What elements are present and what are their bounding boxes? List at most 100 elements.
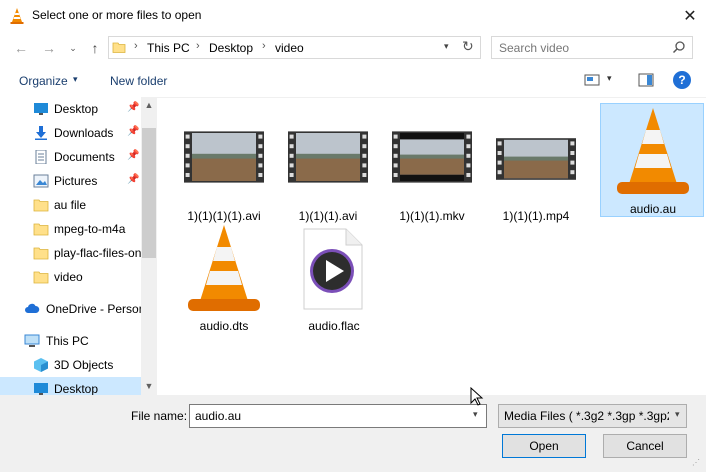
nav-label: au file <box>54 198 87 212</box>
file-type-value[interactable]: Media Files ( *.3g2 *.3gp *.3gp2 <box>504 409 669 423</box>
breadcrumb-separator: › <box>262 40 266 52</box>
folder-icon <box>33 247 49 260</box>
nav-label: Desktop <box>54 102 99 116</box>
file-name: audio.flac <box>308 319 360 333</box>
desktop-icon <box>34 103 48 115</box>
folder-icon <box>33 271 49 284</box>
nav-item-3d-objects[interactable]: 3D Objects <box>0 353 141 377</box>
cancel-button[interactable]: Cancel <box>603 434 687 458</box>
nav-item-onedrive[interactable]: OneDrive - Person <box>0 297 145 321</box>
nav-scrollbar-thumb[interactable] <box>142 128 156 258</box>
file-name: audio.au <box>629 202 677 216</box>
up-button[interactable]: ↑ <box>86 40 104 56</box>
breadcrumb-video[interactable]: video <box>275 41 304 55</box>
nav-label: mpeg-to-m4a <box>54 222 126 236</box>
nav-label: Pictures <box>54 174 98 188</box>
open-button[interactable]: Open <box>502 434 586 458</box>
view-options-dropdown-icon[interactable]: ▾ <box>607 73 612 84</box>
video-thumbnail-icon <box>184 131 264 183</box>
search-placeholder: Search video <box>499 41 570 55</box>
breadcrumb-desktop[interactable]: Desktop <box>209 41 253 55</box>
file-name: 1)(1)(1).mkv <box>399 209 465 223</box>
file-item[interactable]: 1)(1)(1)(1).avi <box>174 105 274 225</box>
new-folder-button[interactable]: New folder <box>110 74 167 88</box>
media-play-icon <box>303 228 363 310</box>
close-button[interactable]: ✕ <box>676 2 704 30</box>
nav-label: 3D Objects <box>54 358 114 372</box>
pin-icon: 📌 <box>127 126 140 137</box>
folder-icon <box>33 199 49 212</box>
folder-icon <box>33 223 49 236</box>
pin-icon: 📌 <box>127 102 140 113</box>
cloud-icon <box>25 303 40 313</box>
back-button[interactable]: ← <box>12 40 30 56</box>
nav-item-pictures[interactable]: Pictures 📌 <box>0 169 141 193</box>
refresh-icon[interactable]: ↻ <box>462 38 478 56</box>
video-thumbnail-icon <box>392 131 472 183</box>
file-item[interactable]: audio.flac <box>284 221 384 341</box>
nav-item-this-pc[interactable]: This PC <box>0 329 141 353</box>
nav-label: Documents <box>54 150 115 164</box>
file-item[interactable]: 1)(1)(1).mp4 <box>486 105 586 225</box>
chevron-down-icon: ▾ <box>73 74 78 84</box>
nav-label: Desktop <box>54 382 99 395</box>
chevron-down-icon[interactable]: ▾ <box>473 409 478 420</box>
file-name-value[interactable]: audio.au <box>195 409 241 423</box>
close-icon: ✕ <box>683 8 697 25</box>
toolbar <box>0 64 706 98</box>
change-view-icon[interactable] <box>584 73 600 87</box>
computer-icon <box>24 334 40 347</box>
file-item[interactable]: 1)(1)(1).mkv <box>382 105 482 225</box>
organize-button[interactable]: Organize <box>19 74 68 88</box>
vlc-cone-icon <box>617 108 689 194</box>
video-thumbnail-icon <box>288 131 368 183</box>
vlc-app-icon <box>10 8 24 24</box>
file-item[interactable]: audio.dts <box>174 221 274 341</box>
documents-icon <box>35 150 47 164</box>
nav-item-desktop[interactable]: Desktop 📌 <box>0 97 141 121</box>
file-name-label: File name: <box>131 409 188 423</box>
nav-item-video[interactable]: video <box>0 265 141 289</box>
forward-button[interactable]: → <box>40 40 58 56</box>
address-dropdown-icon[interactable]: ▾ <box>444 41 449 52</box>
preview-pane-icon[interactable] <box>638 73 654 87</box>
nav-label: play-flac-files-on <box>54 246 142 260</box>
breadcrumb-separator: › <box>196 40 200 52</box>
nav-item-play-flac-files[interactable]: play-flac-files-on <box>0 241 141 265</box>
up-arrow-icon: ↑ <box>91 40 99 56</box>
breadcrumb-this-pc[interactable]: This PC <box>147 41 190 55</box>
video-thumbnail-icon <box>496 138 576 180</box>
nav-item-au-file[interactable]: au file <box>0 193 141 217</box>
file-item[interactable]: 1)(1)(1).avi <box>278 105 378 225</box>
vlc-cone-icon <box>188 225 260 311</box>
folder-icon <box>112 42 126 53</box>
mouse-cursor-icon <box>470 387 484 406</box>
recent-locations-button[interactable]: ⌄ <box>64 40 82 56</box>
nav-label: video <box>54 270 83 284</box>
nav-label: Downloads <box>54 126 114 140</box>
nav-item-mpeg-to-m4a[interactable]: mpeg-to-m4a <box>0 217 141 241</box>
scroll-down-icon[interactable]: ▼ <box>141 381 157 391</box>
pictures-icon <box>33 174 49 188</box>
file-list: 1)(1)(1)(1).avi 1)(1)(1).avi 1)(1)(1).mk… <box>158 97 706 395</box>
nav-item-downloads[interactable]: Downloads 📌 <box>0 121 141 145</box>
file-item-selected[interactable]: audio.au <box>600 103 704 217</box>
nav-item-desktop-selected[interactable]: Desktop <box>0 377 141 395</box>
chevron-down-icon: ⌄ <box>69 43 77 53</box>
pin-icon: 📌 <box>127 174 140 185</box>
help-icon[interactable]: ? <box>673 71 691 89</box>
pin-icon: 📌 <box>127 150 140 161</box>
back-arrow-icon: ← <box>14 40 28 56</box>
nav-label: This PC <box>46 334 89 348</box>
nav-item-documents[interactable]: Documents 📌 <box>0 145 141 169</box>
download-icon <box>35 126 47 140</box>
breadcrumb-separator: › <box>134 40 138 52</box>
file-name: 1)(1)(1).mp4 <box>502 209 570 223</box>
window-title: Select one or more files to open <box>32 8 202 22</box>
file-name: audio.dts <box>199 319 249 333</box>
forward-arrow-icon: → <box>42 40 56 56</box>
desktop-icon <box>34 383 48 395</box>
scroll-up-icon[interactable]: ▲ <box>141 100 157 110</box>
resize-grip-icon[interactable]: ⋰ <box>692 458 704 470</box>
chevron-down-icon[interactable]: ▾ <box>675 409 680 420</box>
